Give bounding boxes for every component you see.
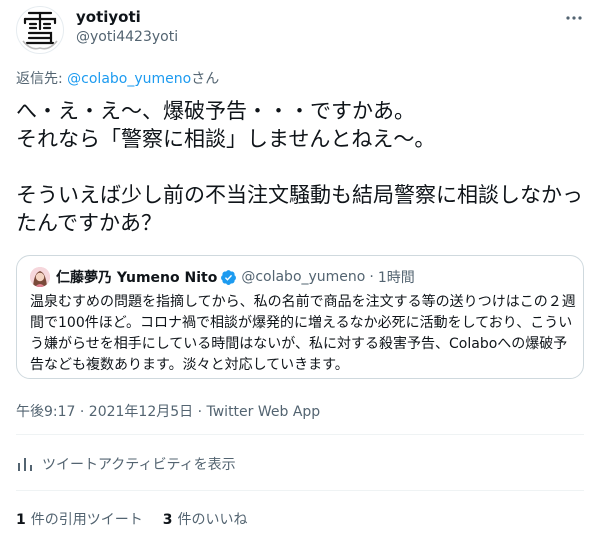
quoted-author-avatar [30, 267, 50, 287]
author-handle[interactable]: @yoti4423yoti [76, 29, 178, 45]
replying-prefix: 返信先: [16, 71, 68, 87]
quote-count: 1 [16, 512, 26, 528]
verified-badge-icon [220, 269, 237, 286]
replying-to: 返信先: @colabo_yumenoさん [16, 68, 219, 88]
divider [16, 434, 584, 435]
quoted-tweet-text: 温泉むすめの問題を指摘してから、私の名前で商品を注文する等の送りつけはこの２週間… [30, 294, 576, 373]
author-name[interactable]: yotiyoti [76, 8, 141, 26]
quoted-author-handle: @colabo_yumeno [241, 269, 366, 285]
quoted-time: 1時間 [377, 270, 415, 286]
replying-suffix: さん [191, 71, 220, 87]
more-options-icon[interactable] [562, 6, 586, 30]
quoted-author-name: 仁藤夢乃 Yumeno Nito [56, 270, 218, 286]
author-avatar[interactable] [16, 6, 64, 54]
activity-label: ツイートアクティビティを表示 [42, 457, 236, 473]
engagement-stats: 1 件の引用ツイート 3 件のいいね [16, 509, 268, 529]
view-activity-link[interactable]: ツイートアクティビティを表示 [16, 454, 236, 474]
like-count: 3 [162, 512, 173, 528]
tweet-timestamp[interactable]: 午後9:17 · 2021年12月5日 · Twitter Web App [16, 401, 320, 421]
divider [16, 490, 584, 491]
quote-label: 件の引用ツイート [30, 512, 143, 528]
quoted-header: 仁藤夢乃 Yumeno Nito @colabo_yumeno · 1時間 [56, 267, 415, 287]
quoted-separator: · [369, 269, 374, 285]
tweet-text: へ・え・え〜、爆破予告・・・ですかあ。 それなら「警察に相談」しませんとねえ〜。… [16, 99, 583, 235]
quoted-tweet-card[interactable]: 仁藤夢乃 Yumeno Nito @colabo_yumeno · 1時間 温泉… [16, 255, 584, 379]
quote-tweets-link[interactable]: 1 件の引用ツイート [16, 509, 143, 529]
like-label: 件のいいね [177, 512, 248, 528]
reply-mention-link[interactable]: @colabo_yumeno [67, 71, 191, 87]
bar-chart-icon [16, 455, 34, 473]
likes-link[interactable]: 3 件のいいね [163, 509, 248, 529]
